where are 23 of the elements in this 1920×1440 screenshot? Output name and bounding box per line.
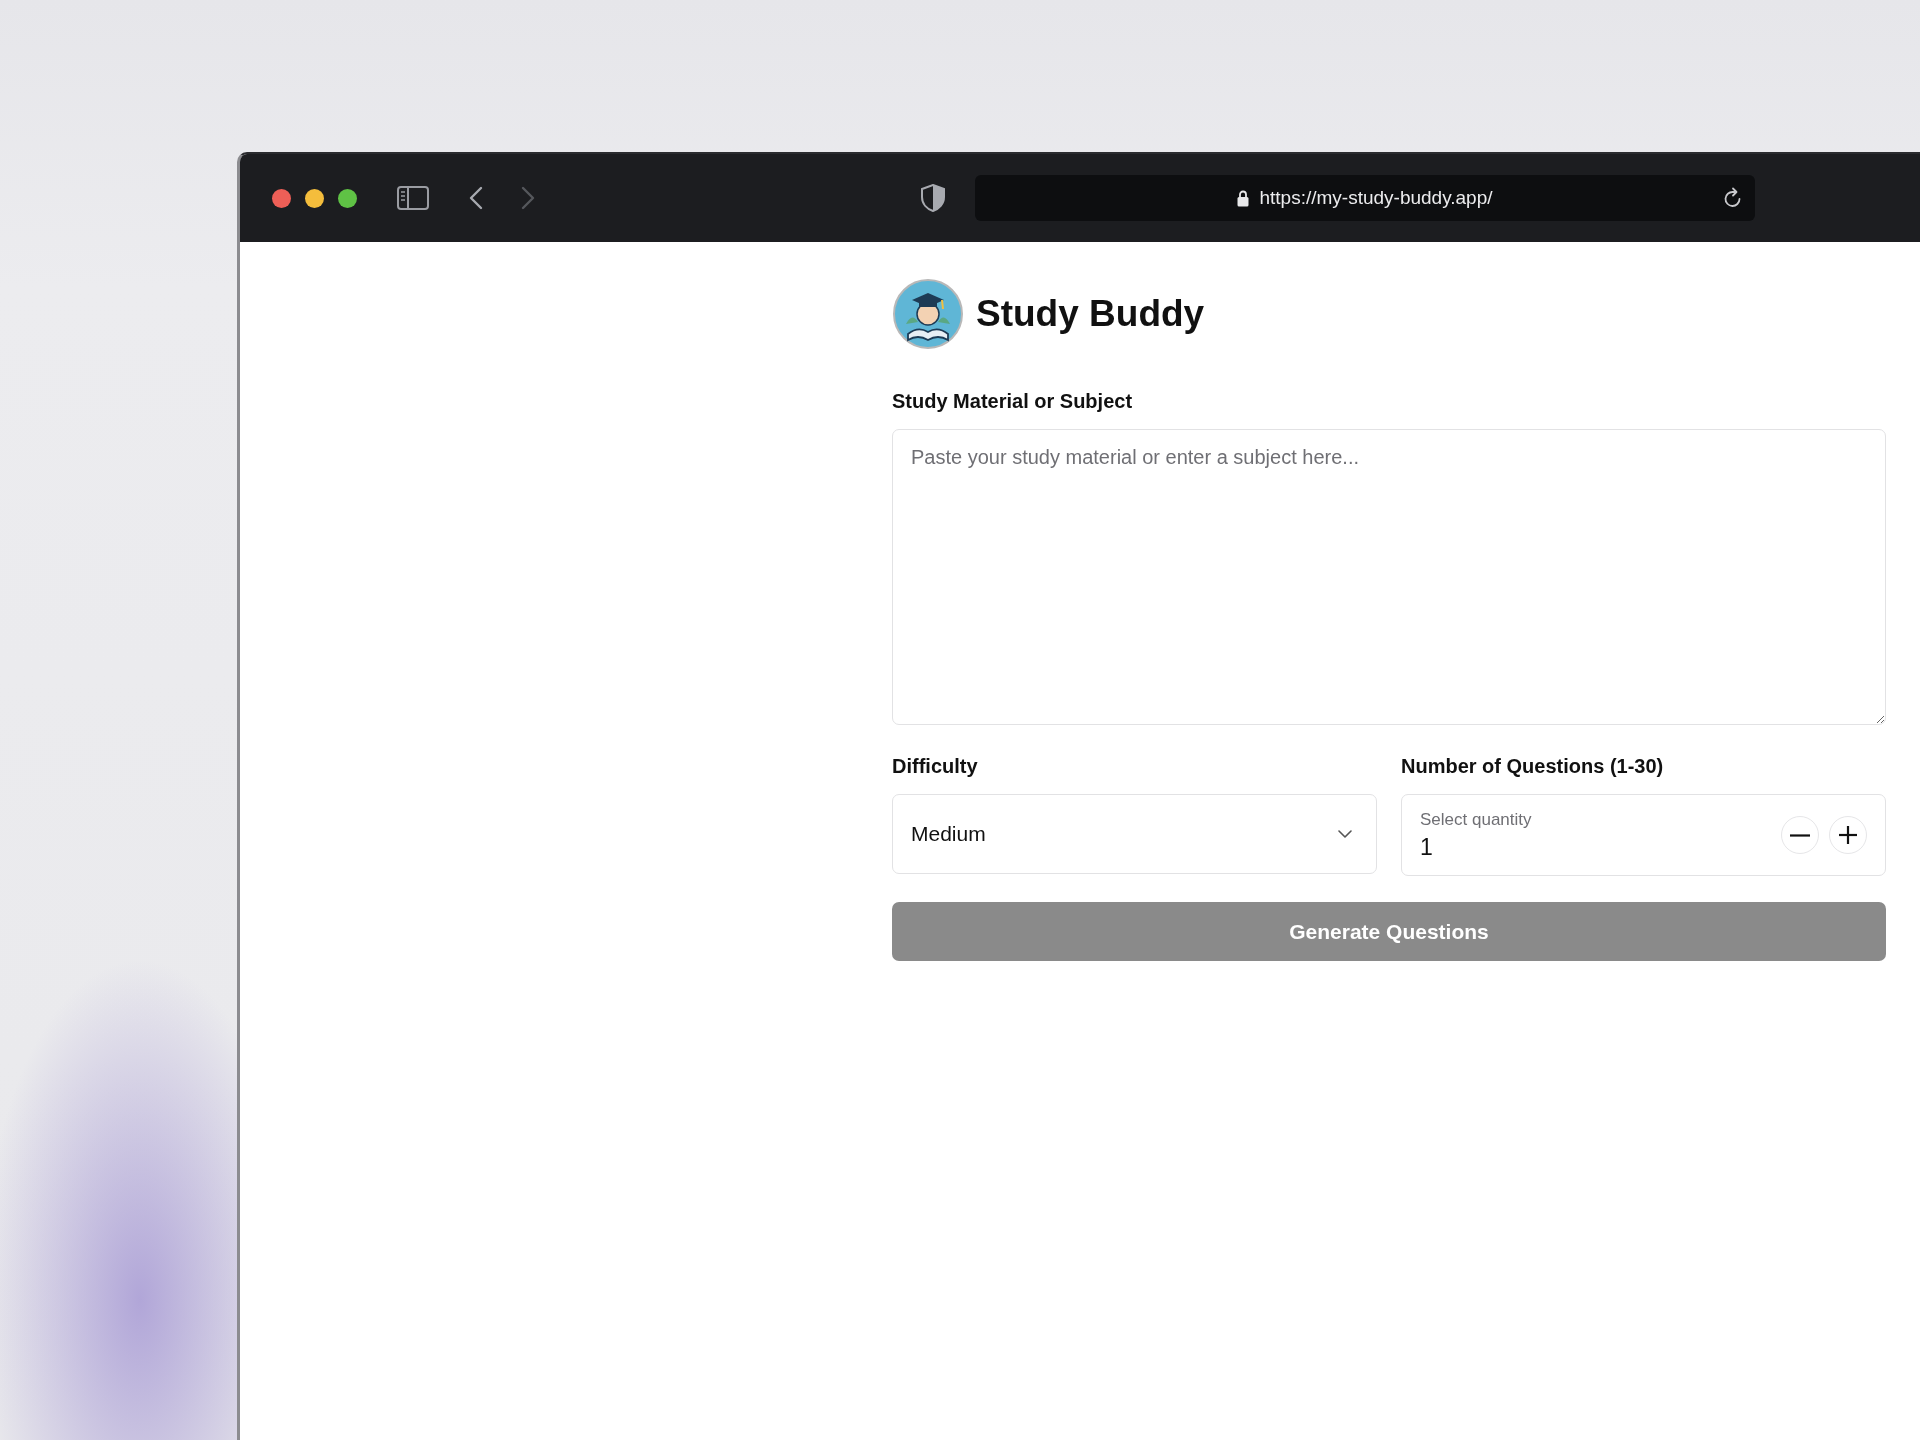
sidebar-icon[interactable] (397, 186, 429, 210)
graduate-logo-icon (892, 278, 964, 350)
reload-icon[interactable] (1723, 187, 1743, 209)
zoom-button[interactable] (338, 188, 357, 208)
difficulty-dropdown[interactable]: Medium (892, 794, 1377, 874)
increment-button[interactable] (1829, 816, 1867, 854)
minus-icon (1790, 833, 1810, 837)
field-label: Study Material or Subject (892, 390, 1134, 413)
url-text: https://my-study-buddy.app/ (1259, 187, 1493, 209)
field-label: Difficulty (892, 755, 979, 778)
quantity-field[interactable]: Select quantity 1 (1401, 794, 1886, 876)
minimize-button[interactable] (305, 188, 324, 208)
shield-icon[interactable] (921, 184, 945, 212)
field-label: Number of Questions (1-30) (1401, 755, 1665, 778)
plus-icon (1837, 824, 1859, 846)
decrement-button[interactable] (1781, 816, 1819, 854)
app-title: Study Buddy (976, 293, 1205, 335)
lock-icon (1237, 189, 1250, 207)
back-icon[interactable] (469, 186, 483, 210)
close-button[interactable] (272, 188, 291, 208)
material-textarea[interactable]: Paste your study material or enter a subject here... (892, 429, 1886, 725)
chevron-down-icon (1338, 830, 1352, 838)
address-bar[interactable]: https://my-study-buddy.app/ (975, 175, 1755, 221)
